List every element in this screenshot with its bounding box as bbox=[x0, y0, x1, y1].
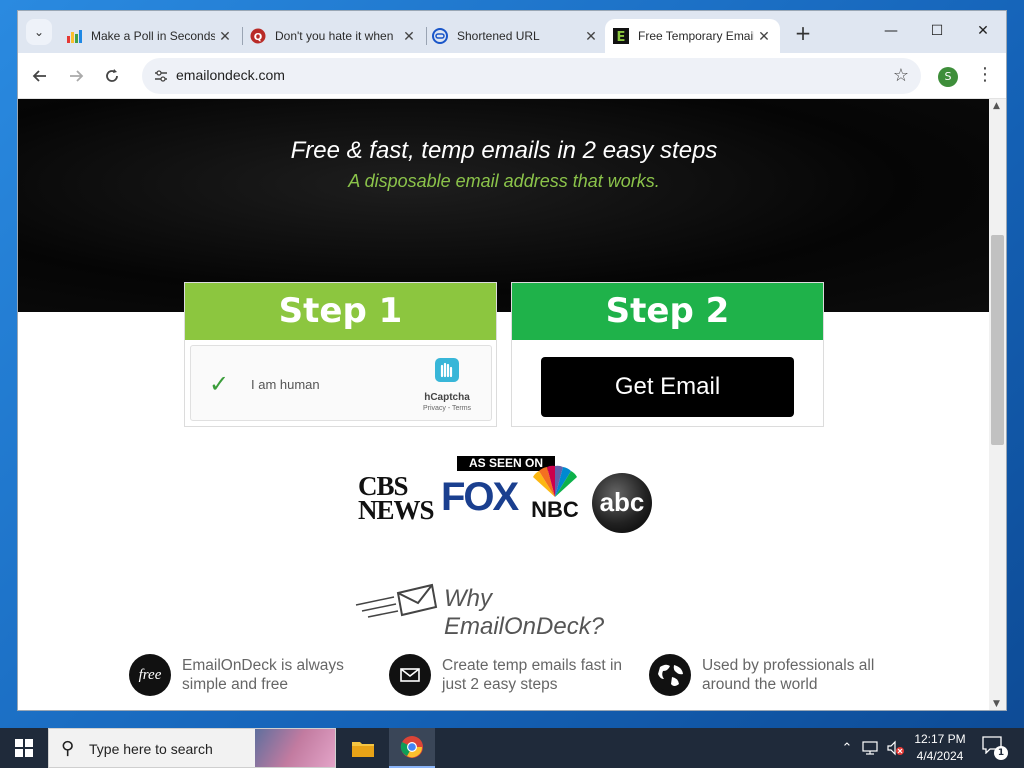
back-arrow-icon bbox=[32, 70, 46, 82]
hcaptcha-links[interactable]: Privacy - Terms bbox=[417, 405, 477, 412]
svg-text:E: E bbox=[617, 30, 626, 44]
why-heading-text: Why EmailOnDeck? bbox=[444, 585, 605, 640]
abc-logo: abc bbox=[592, 473, 652, 533]
url-text: emailondeck.com bbox=[176, 67, 285, 83]
e-logo-icon: E bbox=[613, 28, 629, 44]
feature-fast: Create temp emails fast in just 2 easy s… bbox=[389, 654, 629, 704]
tab-poll[interactable]: Make a Poll in Seconds ✕ bbox=[58, 19, 241, 53]
site-settings-icon[interactable] bbox=[154, 68, 168, 87]
reload-icon bbox=[106, 69, 118, 82]
hcaptcha-logo-icon bbox=[435, 358, 459, 382]
tab-title: Shortened URL bbox=[457, 29, 540, 43]
clock-date: 4/4/2024 bbox=[916, 749, 964, 763]
captcha-label: I am human bbox=[251, 377, 320, 392]
new-tab-button[interactable]: + bbox=[791, 22, 815, 46]
folder-icon bbox=[352, 742, 374, 757]
step1-card: Step 1 ✓ I am human hCaptcha Privacy - T… bbox=[184, 282, 497, 427]
tab-title: Don't you hate it when bbox=[275, 29, 394, 43]
link-icon bbox=[432, 28, 448, 44]
notification-center-button[interactable]: 1 bbox=[982, 736, 1008, 760]
address-bar[interactable]: emailondeck.com ☆ bbox=[142, 58, 921, 94]
start-button[interactable] bbox=[0, 728, 48, 768]
feature-free: free EmailOnDeck is always simple and fr… bbox=[129, 654, 369, 704]
chevron-down-icon: ⌄ bbox=[33, 25, 45, 39]
taskbar-search[interactable]: ⚲ Type here to search bbox=[48, 728, 336, 768]
profile-avatar[interactable]: S bbox=[938, 67, 958, 87]
bookmark-star-icon[interactable]: ☆ bbox=[893, 65, 909, 86]
globe-icon bbox=[649, 654, 691, 696]
svg-text:Q: Q bbox=[254, 32, 263, 43]
minimize-button[interactable]: — bbox=[868, 11, 914, 51]
web-page: Free & fast, temp emails in 2 easy steps… bbox=[18, 99, 990, 710]
feature-text: Used by professionals all around the wor… bbox=[702, 657, 875, 693]
windows-logo-icon bbox=[15, 739, 33, 757]
close-icon[interactable]: ✕ bbox=[399, 28, 419, 45]
forward-button[interactable] bbox=[64, 64, 88, 88]
reload-button[interactable] bbox=[100, 64, 124, 88]
checkmark-icon[interactable]: ✓ bbox=[209, 370, 229, 398]
hcaptcha-brand: hCaptcha Privacy - Terms bbox=[417, 354, 477, 412]
get-email-button[interactable]: Get Email bbox=[541, 357, 794, 417]
browser-toolbar: emailondeck.com ☆ S ⋮ bbox=[18, 53, 1006, 99]
close-icon: ✕ bbox=[977, 23, 989, 39]
feature-text: Create temp emails fast in just 2 easy s… bbox=[442, 657, 623, 693]
hcaptcha-widget[interactable]: ✓ I am human hCaptcha Privacy - Terms bbox=[190, 345, 492, 421]
tab-title: Free Temporary Email bbox=[638, 29, 754, 43]
hero-banner: Free & fast, temp emails in 2 easy steps… bbox=[18, 99, 990, 312]
envelope-speed-icon bbox=[355, 583, 438, 618]
q-icon: Q bbox=[250, 28, 266, 44]
bar-chart-icon bbox=[66, 28, 82, 44]
search-highlight-art bbox=[255, 729, 335, 767]
search-icon: ⚲ bbox=[61, 738, 75, 759]
feature-global: Used by professionals all around the wor… bbox=[649, 654, 889, 704]
envelope-icon bbox=[389, 654, 431, 696]
more-menu-icon[interactable]: ⋮ bbox=[976, 65, 994, 85]
taskbar-chrome[interactable] bbox=[389, 728, 435, 768]
minimize-icon: — bbox=[884, 23, 898, 39]
close-icon[interactable]: ✕ bbox=[215, 28, 235, 45]
chrome-icon bbox=[400, 736, 423, 758]
step2-heading: Step 2 bbox=[512, 283, 823, 340]
close-window-button[interactable]: ✕ bbox=[960, 11, 1006, 51]
scroll-up-icon[interactable]: ▲ bbox=[993, 101, 1000, 111]
step1-heading: Step 1 bbox=[185, 283, 496, 340]
network-icon[interactable] bbox=[860, 728, 882, 768]
tab-search-button[interactable]: ⌄ bbox=[26, 19, 52, 45]
taskbar-file-explorer[interactable] bbox=[340, 728, 386, 768]
step2-card: Step 2 Get Email bbox=[511, 282, 824, 427]
fox-logo: FOX bbox=[441, 475, 519, 519]
maximize-icon: ☐ bbox=[930, 23, 944, 39]
search-placeholder: Type here to search bbox=[89, 741, 213, 757]
forward-arrow-icon bbox=[70, 70, 84, 82]
browser-window: ⌄ Make a Poll in Seconds ✕ Q Don't you h… bbox=[17, 10, 1007, 711]
scroll-down-icon[interactable]: ▼ bbox=[993, 699, 1000, 709]
nbc-peacock-icon bbox=[533, 465, 577, 497]
hero-title: Free & fast, temp emails in 2 easy steps bbox=[290, 137, 718, 164]
free-badge-icon: free bbox=[129, 654, 171, 696]
tab-shortened-url[interactable]: Shortened URL ✕ bbox=[424, 19, 607, 53]
maximize-button[interactable]: ☐ bbox=[914, 11, 960, 51]
hcaptcha-name: hCaptcha bbox=[424, 392, 470, 403]
close-icon[interactable]: ✕ bbox=[754, 28, 774, 45]
notification-count-badge: 1 bbox=[994, 746, 1008, 760]
clock-time: 12:17 PM bbox=[914, 732, 966, 746]
why-section-heading: Why EmailOnDeck? bbox=[354, 579, 654, 640]
tab-quora[interactable]: Q Don't you hate it when ✕ bbox=[242, 19, 425, 53]
page-scrollbar[interactable]: ▲ ▼ bbox=[989, 99, 1006, 710]
system-clock[interactable]: 12:17 PM 4/4/2024 bbox=[900, 731, 980, 765]
feature-text: EmailOnDeck is always simple and free bbox=[182, 657, 344, 693]
tray-overflow-icon[interactable]: ⌃ bbox=[838, 728, 856, 768]
cbs-news-logo: CBS NEWS bbox=[358, 471, 435, 525]
nbc-logo: NBC bbox=[523, 465, 587, 523]
taskbar: ⚲ Type here to search ⌃ 12:17 PM 4/4/202… bbox=[0, 728, 1024, 768]
back-button[interactable] bbox=[28, 64, 52, 88]
close-icon[interactable]: ✕ bbox=[581, 28, 601, 45]
scrollbar-thumb[interactable] bbox=[991, 235, 1004, 445]
nbc-text: NBC bbox=[531, 497, 579, 522]
tab-emailondeck[interactable]: E Free Temporary Email ✕ bbox=[605, 19, 780, 53]
tab-title: Make a Poll in Seconds bbox=[91, 29, 215, 43]
hero-subtitle: A disposable email address that works. bbox=[348, 171, 660, 191]
tab-strip: ⌄ Make a Poll in Seconds ✕ Q Don't you h… bbox=[18, 11, 1006, 53]
